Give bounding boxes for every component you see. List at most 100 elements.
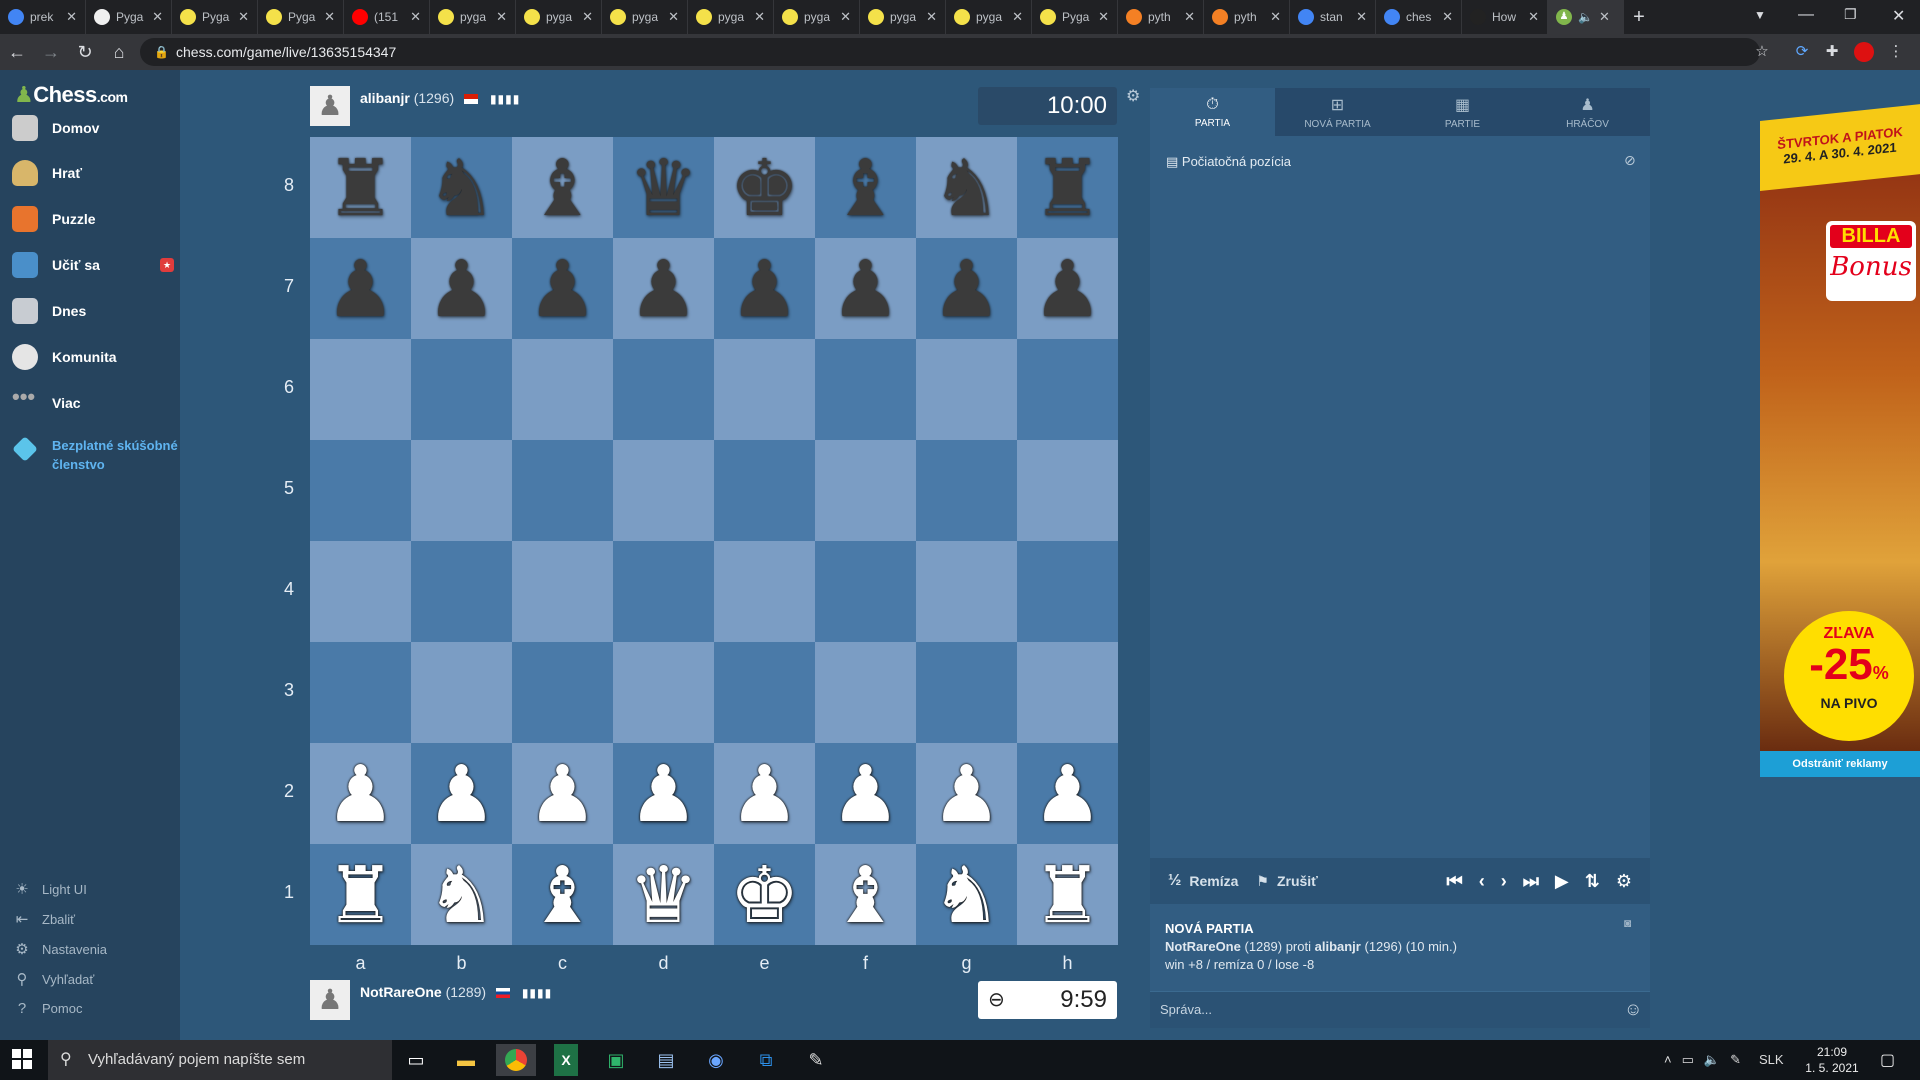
square-e7[interactable]: ♟	[714, 238, 815, 339]
white-piece-icon[interactable]: ♟	[427, 755, 497, 833]
notifications-icon[interactable]: ▢	[1880, 1050, 1895, 1070]
white-piece-icon[interactable]: ♟	[528, 755, 598, 833]
prev-move-icon[interactable]: ‹	[1479, 871, 1485, 892]
play-icon[interactable]: ▶	[1555, 871, 1569, 892]
square-g8[interactable]: ♞	[916, 137, 1017, 238]
square-d2[interactable]: ♟	[613, 743, 714, 844]
square-g2[interactable]: ♟	[916, 743, 1017, 844]
square-h2[interactable]: ♟	[1017, 743, 1118, 844]
reload-button[interactable]: ↻	[68, 42, 102, 63]
last-move-icon[interactable]: ⏭	[1523, 871, 1539, 892]
square-h6[interactable]	[1017, 339, 1118, 440]
player-avatar[interactable]: ♟	[310, 86, 350, 126]
square-d4[interactable]	[613, 541, 714, 642]
square-a1[interactable]: ♜	[310, 844, 411, 945]
square-e2[interactable]: ♟	[714, 743, 815, 844]
square-f3[interactable]	[815, 642, 916, 743]
chessboard[interactable]: ♜ ♞ ♝ ♛ ♚ ♝ ♞ ♜ ♟ ♟ ♟ ♟ ♟ ♟ ♟ ♟ ♟ ♟ ♟ ♟ ♟ ♟ ♟ ♟ ♜ ♞ ♝ ♛ ♚ ♝ ♞ ♜	[310, 137, 1118, 945]
square-c6[interactable]	[512, 339, 613, 440]
tab-players[interactable]: ♟ HRÁČOV	[1525, 88, 1650, 136]
square-d3[interactable]	[613, 642, 714, 743]
advertisement[interactable]: ŠTVRTOK A PIATOK 29. 4. A 30. 4. 2021 BI…	[1760, 104, 1920, 777]
excel-icon[interactable]: X	[554, 1044, 578, 1076]
close-tab-icon[interactable]: ✕	[496, 9, 507, 25]
close-tab-icon[interactable]: ✕	[668, 9, 679, 25]
square-b8[interactable]: ♞	[411, 137, 512, 238]
square-f7[interactable]: ♟	[815, 238, 916, 339]
square-a3[interactable]	[310, 642, 411, 743]
new-tab-button[interactable]: +	[1624, 6, 1654, 29]
draw-button[interactable]: Remíza	[1189, 873, 1238, 889]
square-h3[interactable]	[1017, 642, 1118, 743]
square-g6[interactable]	[916, 339, 1017, 440]
clear-icon[interactable]: ⊘	[1624, 152, 1636, 169]
square-c3[interactable]	[512, 642, 613, 743]
windows-start-icon[interactable]	[12, 1049, 32, 1069]
sidebar-item-home[interactable]: Domov	[12, 108, 180, 148]
taskbar-search[interactable]: ⚲ Vyhľadávaný pojem napíšte sem	[48, 1040, 392, 1080]
black-player-link[interactable]: alibanjr	[1315, 939, 1361, 954]
square-b7[interactable]: ♟	[411, 238, 512, 339]
close-tab-icon[interactable]: ✕	[324, 9, 335, 25]
tab-game[interactable]: ⏱ PARTIA	[1150, 88, 1275, 136]
sidebar-item-community[interactable]: Komunita	[12, 337, 180, 377]
sidebar-item-more[interactable]: ••• Viac	[12, 383, 180, 423]
square-e5[interactable]	[714, 440, 815, 541]
sidebar-item-today[interactable]: Dnes	[12, 291, 180, 331]
url-bar[interactable]: 🔒 chess.com/game/live/13635154347	[140, 38, 1760, 66]
square-g4[interactable]	[916, 541, 1017, 642]
black-piece-icon[interactable]: ♟	[629, 250, 699, 328]
square-g1[interactable]: ♞	[916, 844, 1017, 945]
square-b4[interactable]	[411, 541, 512, 642]
white-piece-icon[interactable]: ♟	[730, 755, 800, 833]
white-piece-icon[interactable]: ♟	[1033, 755, 1103, 833]
settings-gear-icon[interactable]: ⚙	[1616, 871, 1632, 892]
abort-button[interactable]: Zrušiť	[1277, 873, 1318, 889]
black-piece-icon[interactable]: ♝	[831, 149, 901, 227]
white-piece-icon[interactable]: ♛	[629, 856, 699, 934]
square-f1[interactable]: ♝	[815, 844, 916, 945]
task-view-icon[interactable]: ▭	[396, 1044, 436, 1076]
square-c5[interactable]	[512, 440, 613, 541]
tab-new-game[interactable]: ⊞ NOVÁ PARTIA	[1275, 88, 1400, 136]
black-piece-icon[interactable]: ♟	[730, 250, 800, 328]
sidebar-item-play[interactable]: Hrať	[12, 153, 180, 193]
hide-chat-icon[interactable]: ◙	[1624, 914, 1631, 932]
sidebar-collapse[interactable]: ⇤ Zbaliť	[12, 910, 75, 928]
player-avatar[interactable]: ♟	[310, 980, 350, 1020]
white-piece-icon[interactable]: ♟	[932, 755, 1002, 833]
black-piece-icon[interactable]: ♟	[427, 250, 497, 328]
black-piece-icon[interactable]: ♞	[932, 149, 1002, 227]
close-tab-icon[interactable]: ✕	[238, 9, 249, 25]
white-piece-icon[interactable]: ♟	[629, 755, 699, 833]
close-tab-icon[interactable]: ✕	[926, 9, 937, 25]
square-a7[interactable]: ♟	[310, 238, 411, 339]
square-c2[interactable]: ♟	[512, 743, 613, 844]
square-c4[interactable]	[512, 541, 613, 642]
square-e6[interactable]	[714, 339, 815, 440]
square-a8[interactable]: ♜	[310, 137, 411, 238]
black-piece-icon[interactable]: ♚	[730, 149, 800, 227]
square-a4[interactable]	[310, 541, 411, 642]
close-tab-icon[interactable]: ✕	[1528, 9, 1539, 25]
browser-tab[interactable]: stan ✕	[1290, 0, 1376, 34]
close-tab-icon[interactable]: ✕	[754, 9, 765, 25]
square-h8[interactable]: ♜	[1017, 137, 1118, 238]
language-indicator[interactable]: SLK	[1759, 1052, 1784, 1068]
browser-tab[interactable]: pyga ✕	[430, 0, 516, 34]
browser-tab-active[interactable]: ♟ 🔈 ✕	[1548, 0, 1624, 34]
close-tab-icon[interactable]: ✕	[66, 9, 77, 25]
square-b2[interactable]: ♟	[411, 743, 512, 844]
tray-chevron-icon[interactable]: ˄	[1664, 1052, 1672, 1068]
square-h7[interactable]: ♟	[1017, 238, 1118, 339]
square-e8[interactable]: ♚	[714, 137, 815, 238]
square-f8[interactable]: ♝	[815, 137, 916, 238]
chart-app-icon[interactable]: ▣	[596, 1044, 636, 1076]
close-tab-icon[interactable]: ✕	[840, 9, 851, 25]
browser-tab[interactable]: pyga ✕	[516, 0, 602, 34]
chat-input[interactable]: Správa... ☺	[1150, 991, 1650, 1028]
sidebar-settings[interactable]: ⚙ Nastavenia	[12, 940, 107, 958]
browser-tab[interactable]: pyga ✕	[946, 0, 1032, 34]
file-explorer-icon[interactable]: ▬	[446, 1044, 486, 1076]
square-e1[interactable]: ♚	[714, 844, 815, 945]
